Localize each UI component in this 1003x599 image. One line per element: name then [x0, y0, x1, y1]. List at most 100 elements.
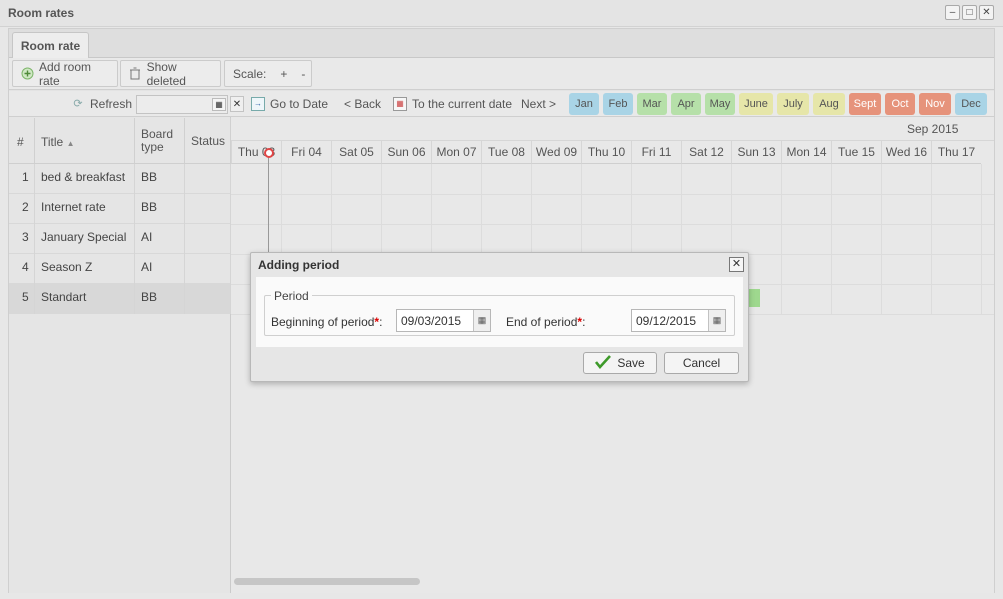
month-may[interactable]: May	[705, 93, 735, 115]
timeline-row-line	[231, 194, 994, 195]
current-date-marker[interactable]	[264, 148, 274, 158]
add-room-rate-label: Add room rate	[39, 59, 92, 88]
row-title: January Special	[35, 224, 135, 254]
scale-label: Scale:	[233, 66, 267, 81]
row-title: Standart	[35, 284, 135, 314]
end-period-input[interactable]: 09/12/2015 ▦	[631, 309, 726, 332]
timeline-day: Sat 05	[331, 141, 381, 164]
current-date-label: To the current date	[412, 97, 513, 111]
clear-icon: ✕	[232, 98, 242, 110]
month-feb[interactable]: Feb	[603, 93, 633, 115]
dialog-close-button[interactable]: ✕	[729, 257, 744, 272]
rate-period-bar[interactable]	[748, 289, 760, 307]
row-board-type: BB	[135, 284, 185, 314]
table-row[interactable]: 2 Internet rate BB	[9, 194, 231, 224]
cancel-button[interactable]: Cancel	[664, 352, 739, 374]
begin-period-value: 09/03/2015	[401, 313, 462, 328]
row-board-type: BB	[135, 194, 185, 224]
timeline-day: Tue 08	[481, 141, 531, 164]
timeline-day: Sat 12	[681, 141, 731, 164]
go-to-date-label: Go to Date	[270, 97, 329, 111]
column-header-board-type[interactable]: Board type	[135, 118, 185, 164]
back-button[interactable]: < Back	[344, 97, 381, 111]
column-header-status[interactable]: Status	[185, 118, 231, 164]
month-mar[interactable]: Mar	[637, 93, 667, 115]
row-board-type: AI	[135, 254, 185, 284]
row-status	[185, 164, 231, 194]
goto-date-icon: →	[251, 97, 265, 111]
save-button[interactable]: Save	[583, 352, 657, 374]
end-period-value: 09/12/2015	[636, 313, 697, 328]
refresh-button[interactable]: ⟳ Refresh	[71, 97, 132, 111]
row-number: 3	[9, 224, 35, 254]
checkmark-icon	[595, 354, 612, 372]
add-circle-icon	[21, 67, 34, 81]
show-deleted-button[interactable]: Show deleted	[120, 60, 221, 88]
dialog-title: Adding period	[258, 258, 340, 272]
calendar-today-icon: ▦	[393, 97, 407, 111]
timeline-day: Fri 04	[281, 141, 331, 164]
clear-search-button[interactable]: ✕	[230, 96, 244, 112]
table-row[interactable]: 5 Standart BB	[9, 284, 231, 314]
scale-minus-button[interactable]: -	[301, 67, 305, 81]
month-nov[interactable]: Nov	[919, 93, 951, 115]
maximize-icon: □	[966, 6, 973, 18]
end-period-label: End of period*:	[506, 315, 585, 329]
scale-group: Scale: + -	[224, 60, 312, 87]
timeline-day: Mon 07	[431, 141, 481, 164]
timeline-row-line	[231, 224, 994, 225]
calendar-icon[interactable]: ▦	[212, 98, 226, 111]
calendar-icon[interactable]: ▦	[708, 310, 725, 331]
column-header-title[interactable]: Title ▲	[35, 118, 135, 164]
window-title: Room rates	[8, 6, 75, 20]
timeline-day: Mon 14	[781, 141, 831, 164]
month-dec[interactable]: Dec	[955, 93, 987, 115]
timeline-day: Sun 06	[381, 141, 431, 164]
current-date-button[interactable]: ▦ To the current date	[393, 97, 512, 111]
row-status	[185, 224, 231, 254]
begin-label-text: Beginning of period	[271, 315, 375, 329]
label-colon: :	[582, 315, 586, 329]
current-date-line	[268, 153, 269, 253]
tab-room-rate[interactable]: Room rate	[12, 32, 89, 59]
row-board-type: AI	[135, 224, 185, 254]
maximize-button[interactable]: □	[962, 5, 977, 20]
save-label: Save	[617, 356, 645, 370]
minimize-button[interactable]: –	[945, 5, 960, 20]
go-to-date-button[interactable]: → Go to Date	[251, 97, 328, 111]
month-jan[interactable]: Jan	[569, 93, 599, 115]
month-apr[interactable]: Apr	[671, 93, 701, 115]
date-search-input[interactable]: ▦	[136, 95, 228, 114]
month-aug[interactable]: Aug	[813, 93, 845, 115]
calendar-icon[interactable]: ▦	[473, 310, 490, 331]
close-window-button[interactable]: ✕	[979, 5, 994, 20]
timeline-day: Thu 10	[581, 141, 631, 164]
table-row[interactable]: 1 bed & breakfast BB	[9, 164, 231, 194]
row-number: 2	[9, 194, 35, 224]
timeline-day: Thu 17	[931, 141, 981, 164]
month-sept[interactable]: Sept	[849, 93, 881, 115]
period-legend: Period	[271, 289, 312, 303]
month-june[interactable]: June	[739, 93, 773, 115]
window-titlebar	[0, 0, 1003, 27]
next-button[interactable]: Next >	[521, 97, 556, 111]
timeline-column-line	[881, 164, 882, 314]
minimize-icon: –	[949, 6, 956, 18]
row-status	[185, 254, 231, 284]
table-row[interactable]: 3 January Special AI	[9, 224, 231, 254]
timeline-day: Tue 15	[831, 141, 881, 164]
begin-period-input[interactable]: 09/03/2015 ▦	[396, 309, 491, 332]
label-colon: :	[379, 315, 383, 329]
row-status	[185, 194, 231, 224]
end-label-text: End of period	[506, 315, 578, 329]
row-status	[185, 284, 231, 314]
month-july[interactable]: July	[777, 93, 809, 115]
month-oct[interactable]: Oct	[885, 93, 915, 115]
timeline-column-line	[831, 164, 832, 314]
column-header-number[interactable]: #	[9, 118, 35, 164]
add-room-rate-button[interactable]: Add room rate	[12, 59, 118, 88]
next-label: Next >	[521, 97, 557, 111]
scale-plus-button[interactable]: +	[280, 67, 287, 81]
table-row[interactable]: 4 Season Z AI	[9, 254, 231, 284]
horizontal-scrollbar[interactable]	[234, 578, 420, 585]
